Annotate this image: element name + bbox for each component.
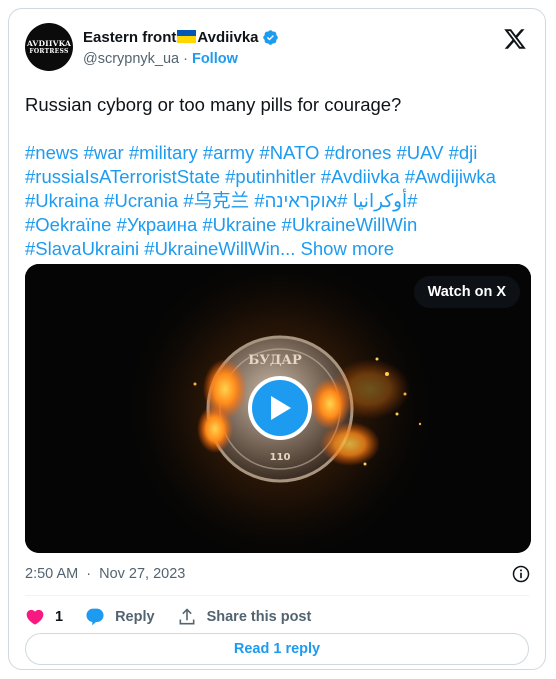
- handle-row: @scrypnyk_ua · Follow: [83, 51, 279, 67]
- author-handle[interactable]: @scrypnyk_ua: [83, 51, 179, 67]
- hashtag-line-last: #SlavaUkraini #UkraineWillWin... Show mo…: [25, 237, 540, 261]
- handle-separator: ·: [183, 51, 188, 67]
- coin-text-top: БУДАР: [248, 353, 302, 368]
- share-label: Share this post: [206, 609, 312, 625]
- reply-bubble-icon: [86, 608, 104, 626]
- hashtag-line[interactable]: #news #war #military #army #NATO #drones…: [25, 141, 540, 165]
- coin-number: 110: [270, 452, 291, 463]
- x-logo-icon[interactable]: [503, 27, 527, 51]
- hashtag-line[interactable]: #SlavaUkraini #UkraineWillWin...: [25, 238, 295, 259]
- play-icon: [271, 396, 291, 420]
- hashtag-line[interactable]: #russiaIsATerroristState #putinhitler #A…: [25, 165, 540, 189]
- hashtag-line[interactable]: #Oekraïne #Украина #Ukraine #UkraineWill…: [25, 213, 540, 237]
- watch-on-x-button[interactable]: Watch on X: [413, 276, 520, 308]
- avatar-line1: AVDIIVKA: [26, 38, 72, 48]
- heart-icon: [26, 609, 44, 625]
- avatar[interactable]: AVDIIVKA FORTRESS: [25, 23, 73, 71]
- time-separator: ·: [86, 566, 92, 582]
- timestamp[interactable]: 2:50 AM · Nov 27, 2023: [25, 566, 185, 582]
- hashtag-line[interactable]: #Ukraina #Ucrania #乌克兰 #أوكرانيا #אוקראי…: [25, 189, 540, 213]
- author-name[interactable]: Eastern front: [83, 29, 176, 46]
- play-button[interactable]: [248, 376, 312, 440]
- post-date: Nov 27, 2023: [99, 566, 186, 582]
- author-name-suffix[interactable]: Avdiivka: [197, 29, 258, 46]
- ukraine-flag-icon: [177, 29, 197, 43]
- post-time: 2:50 AM: [25, 566, 79, 582]
- tweet-text: Russian cyborg or too many pills for cou…: [25, 93, 535, 117]
- author-name-row[interactable]: Eastern front Avdiivka: [83, 27, 279, 47]
- verified-badge-icon: [262, 29, 278, 45]
- avatar-line2: FORTRESS: [29, 47, 69, 55]
- share-upload-icon: [179, 608, 195, 625]
- show-more-link[interactable]: Show more: [301, 238, 395, 259]
- post-header: AVDIIVKA FORTRESS Eastern front Avdiivka…: [25, 23, 529, 73]
- follow-button[interactable]: Follow: [192, 51, 238, 67]
- hashtags: #news #war #military #army #NATO #drones…: [25, 141, 540, 261]
- like-count: 1: [55, 609, 64, 625]
- reply-button[interactable]: Reply: [85, 607, 155, 627]
- author-info: Eastern front Avdiivka @scrypnyk_ua · Foll…: [83, 27, 279, 67]
- like-button[interactable]: 1: [25, 607, 63, 627]
- video-player[interactable]: БУДАР 110 Watch on X: [25, 264, 531, 553]
- info-icon[interactable]: [511, 564, 531, 584]
- share-button[interactable]: Share this post: [177, 607, 312, 627]
- read-replies-button[interactable]: Read 1 reply: [25, 633, 529, 665]
- post-card: AVDIIVKA FORTRESS Eastern front Avdiivka…: [8, 8, 546, 670]
- tweet-body: Russian cyborg or too many pills for cou…: [25, 94, 402, 115]
- divider: [25, 595, 529, 596]
- action-bar: 1 Reply Share this post: [25, 605, 333, 629]
- reply-label: Reply: [115, 609, 155, 625]
